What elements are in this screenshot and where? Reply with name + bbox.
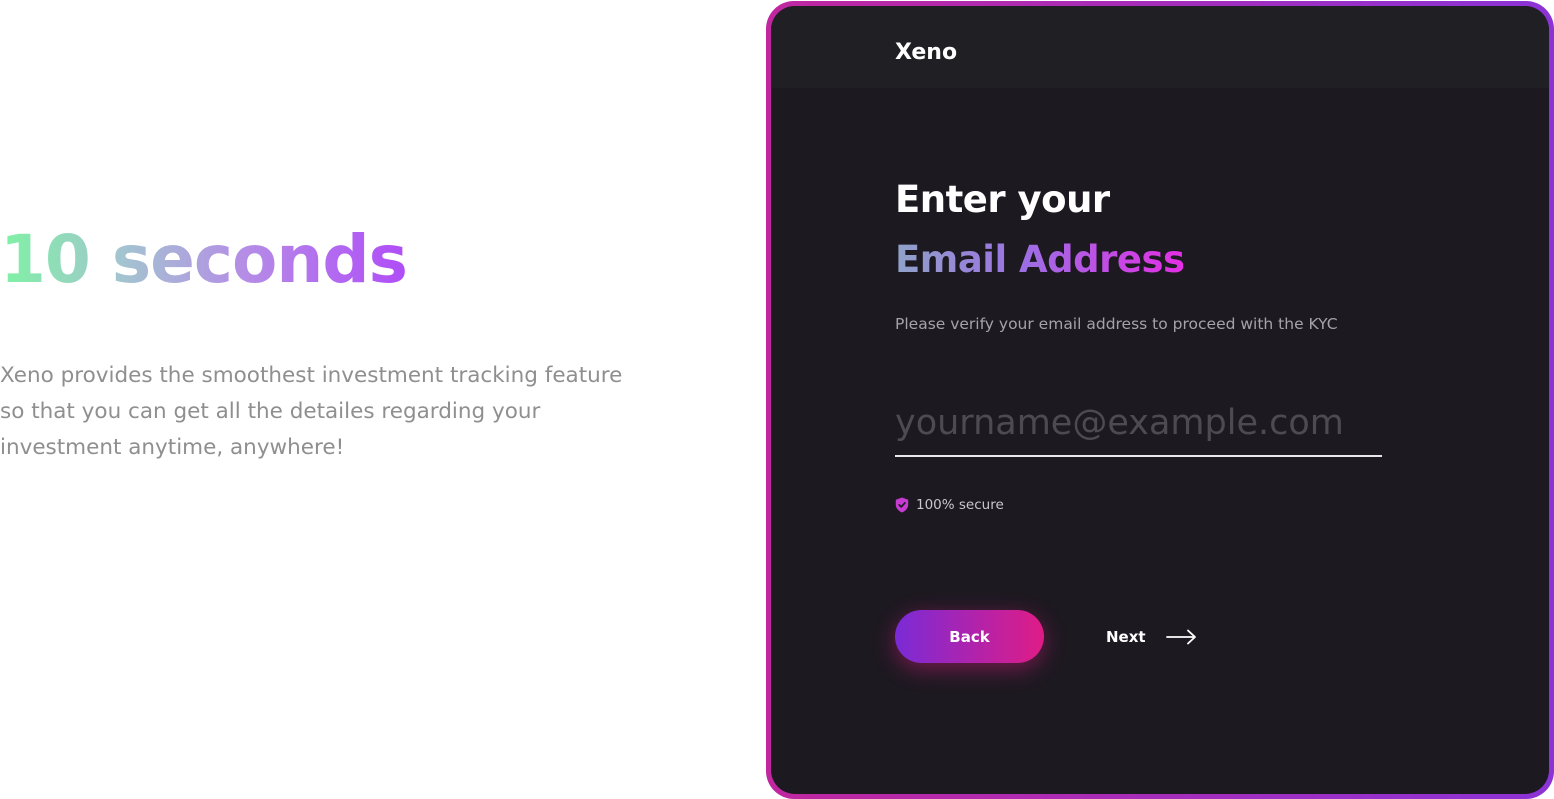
subtitle: Please verify your email address to proc…	[895, 315, 1338, 333]
next-label: Next	[1106, 628, 1146, 646]
next-button[interactable]: Next	[1106, 623, 1197, 651]
title-line-1: Enter your	[895, 178, 1110, 221]
back-button[interactable]: Back	[895, 610, 1044, 663]
hero-heading: 10 seconds	[0, 221, 408, 298]
arrow-right-icon	[1165, 629, 1196, 645]
secure-label: 100% secure	[916, 497, 1004, 513]
secure-badge: 100% secure	[895, 497, 1004, 513]
device-frame: Xeno Enter your Email Address Please ver…	[766, 1, 1554, 799]
app-screen: Xeno Enter your Email Address Please ver…	[771, 6, 1549, 794]
brand-logo[interactable]: Xeno	[895, 40, 957, 65]
title-line-2: Email Address	[895, 238, 1185, 281]
email-field[interactable]	[895, 391, 1382, 457]
app-header: Xeno	[771, 6, 1549, 88]
hero-description: Xeno provides the smoothest investment t…	[0, 363, 623, 460]
shield-check-icon	[895, 497, 909, 513]
